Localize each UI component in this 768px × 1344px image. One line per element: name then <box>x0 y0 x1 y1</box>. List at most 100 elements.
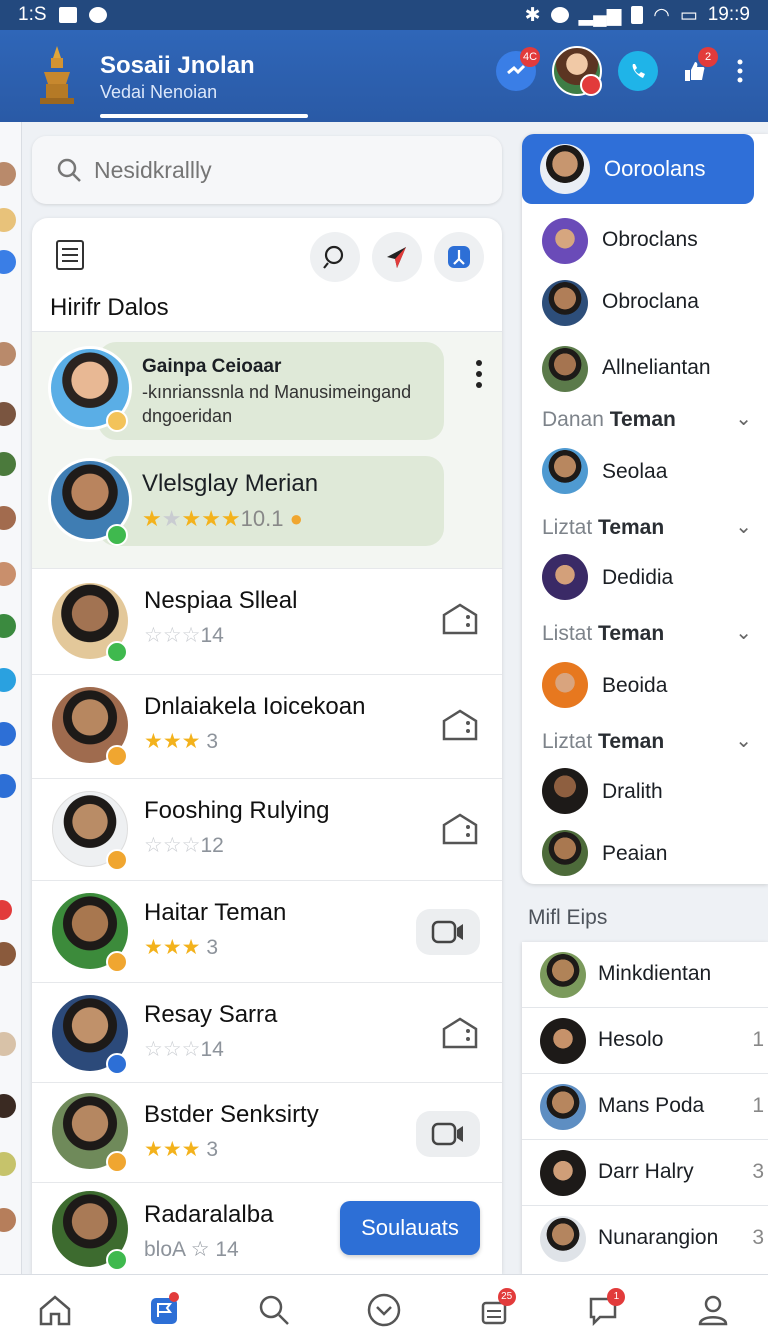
share-icon <box>448 246 470 268</box>
temple-logo-icon <box>40 46 74 104</box>
share-button[interactable] <box>434 232 484 282</box>
nav-friends[interactable] <box>135 1282 195 1338</box>
nav-chat[interactable]: 1 <box>573 1282 633 1338</box>
add-friend-icon[interactable] <box>440 809 480 849</box>
signal-icon: ▂▄▆ <box>578 4 622 26</box>
nav-home[interactable] <box>25 1282 85 1338</box>
mini-contact-item[interactable]: Hesolo 1 <box>522 1008 768 1074</box>
contacts-header[interactable]: Ooroolans <box>522 134 754 204</box>
notifications-button[interactable]: 2 <box>674 47 718 91</box>
more-vertical-icon[interactable] <box>476 360 482 388</box>
video-call-button[interactable] <box>416 1111 480 1157</box>
edge-avatar[interactable] <box>0 900 12 920</box>
search-friends-button[interactable] <box>310 232 360 282</box>
edge-avatar[interactable] <box>0 1208 16 1232</box>
add-friend-icon[interactable] <box>440 599 480 639</box>
featured-text-line1: -kınrianssnla nd Manusimeingand <box>142 382 412 402</box>
edge-avatar[interactable] <box>0 614 16 638</box>
call-button[interactable] <box>618 51 658 91</box>
edge-avatar[interactable] <box>0 452 16 476</box>
featured-text-line2: dngoeridan <box>142 406 233 426</box>
contact-item[interactable]: Seolaa <box>522 442 768 502</box>
friend-row[interactable]: Nespiaa Slleal ☆☆☆14 <box>32 568 502 670</box>
friend-row[interactable]: Fooshing Rulying ☆☆☆12 <box>32 778 502 880</box>
edge-avatar[interactable] <box>0 1032 16 1056</box>
friend-name: Nespiaa Slleal <box>144 587 298 614</box>
contact-item[interactable]: Obroclana <box>522 272 768 332</box>
featured-rating: ★★★★★10.1 ● <box>142 506 303 531</box>
edge-avatar[interactable] <box>0 668 16 692</box>
profile-avatar[interactable] <box>552 46 602 96</box>
section-title: Liztat Teman <box>542 516 665 539</box>
avatar <box>542 280 588 326</box>
mini-contact-item[interactable]: Mans Poda 1 <box>522 1074 768 1140</box>
edge-avatar[interactable] <box>0 562 16 586</box>
video-call-button[interactable] <box>416 909 480 955</box>
search-input[interactable] <box>94 156 474 184</box>
more-menu-button[interactable] <box>730 51 750 91</box>
contact-name: Dralith <box>602 780 663 803</box>
friend-name: Dnlaiakela Ioicekoan <box>144 693 366 720</box>
search-bar[interactable] <box>32 136 502 204</box>
friend-row[interactable]: Dnlaiakela Ioicekoan ★★★ 3 <box>32 674 502 776</box>
contact-item[interactable]: Obroclans <box>522 210 768 270</box>
chevron-down-icon: ⌄ <box>735 730 752 752</box>
edge-avatar[interactable] <box>0 942 16 966</box>
avatar <box>540 1150 586 1196</box>
edge-avatar[interactable] <box>0 774 16 798</box>
nav-search[interactable] <box>244 1282 304 1338</box>
contact-count: 3 <box>752 1226 764 1249</box>
edge-avatar[interactable] <box>0 1094 16 1118</box>
section-title: Liztat Teman <box>542 730 665 753</box>
edge-avatar[interactable] <box>0 506 16 530</box>
list-icon[interactable] <box>56 240 84 270</box>
chevron-down-icon: ⌄ <box>735 516 752 538</box>
section-header[interactable]: Listat Teman ⌄ <box>522 612 768 656</box>
contact-item[interactable]: Allneliantan <box>522 338 768 398</box>
edge-avatar[interactable] <box>0 342 16 366</box>
messenger-button[interactable]: 4C <box>496 47 540 91</box>
friend-row[interactable]: Resay Sarra ☆☆☆14 <box>32 982 502 1084</box>
edge-avatar[interactable] <box>0 250 16 274</box>
contact-item[interactable]: Peaian <box>522 824 768 884</box>
contact-item[interactable]: Dralith <box>522 762 768 822</box>
edge-avatar[interactable] <box>0 208 16 232</box>
featured-friend[interactable]: Vlelsglay Merian ★★★★★10.1 ● <box>32 450 502 568</box>
gold-badge-icon <box>106 410 128 432</box>
verified-icon <box>106 1053 128 1075</box>
nav-notes[interactable]: 25 <box>464 1282 524 1338</box>
contact-name: Peaian <box>602 842 668 865</box>
section-header[interactable]: Danan Teman ⌄ <box>522 398 768 442</box>
avatar <box>542 218 588 264</box>
contact-item[interactable]: Beoida <box>522 656 768 716</box>
emoji-badge-icon <box>106 745 128 767</box>
bottom-navigation: 25 1 <box>0 1274 768 1344</box>
mini-contact-item[interactable]: Minkdientan <box>522 942 768 1008</box>
mini-contact-item[interactable]: Darr Halry 3 <box>522 1140 768 1206</box>
search-icon <box>57 158 81 182</box>
add-friend-icon[interactable] <box>440 1013 480 1053</box>
primary-action-button[interactable]: Soulauats <box>340 1201 480 1255</box>
friend-row[interactable]: Radaralalba bloA ☆ 14 Soulauats <box>32 1182 502 1274</box>
featured-friend[interactable]: Gainpa Ceioaar -kınrianssnla nd Manusime… <box>32 332 502 450</box>
edge-avatar[interactable] <box>0 402 16 426</box>
friend-row[interactable]: Haitar Teman ★★★ 3 <box>32 880 502 982</box>
notes-badge: 25 <box>497 1287 516 1306</box>
profile-status-badge <box>580 74 602 96</box>
nav-more[interactable] <box>354 1282 414 1338</box>
mini-contact-item[interactable]: Nunarangion 3 <box>522 1206 768 1272</box>
edge-avatar[interactable] <box>0 1152 16 1176</box>
add-friend-icon[interactable] <box>440 705 480 745</box>
contact-name: Beoida <box>602 674 668 697</box>
nav-profile[interactable] <box>683 1282 743 1338</box>
chevron-down-icon: ⌄ <box>735 408 752 430</box>
app-subtitle: Vedai Nenoian <box>100 82 218 102</box>
edge-avatar[interactable] <box>0 722 16 746</box>
card-title: Hirifr Dalos <box>50 294 169 321</box>
friend-row[interactable]: Bstder Senksirty ★★★ 3 <box>32 1082 502 1184</box>
section-header[interactable]: Liztat Teman ⌄ <box>522 506 768 550</box>
section-header[interactable]: Liztat Teman ⌄ <box>522 720 768 764</box>
edge-avatar[interactable] <box>0 162 16 186</box>
navigate-button[interactable] <box>372 232 422 282</box>
contact-item[interactable]: Dedidia <box>522 548 768 608</box>
